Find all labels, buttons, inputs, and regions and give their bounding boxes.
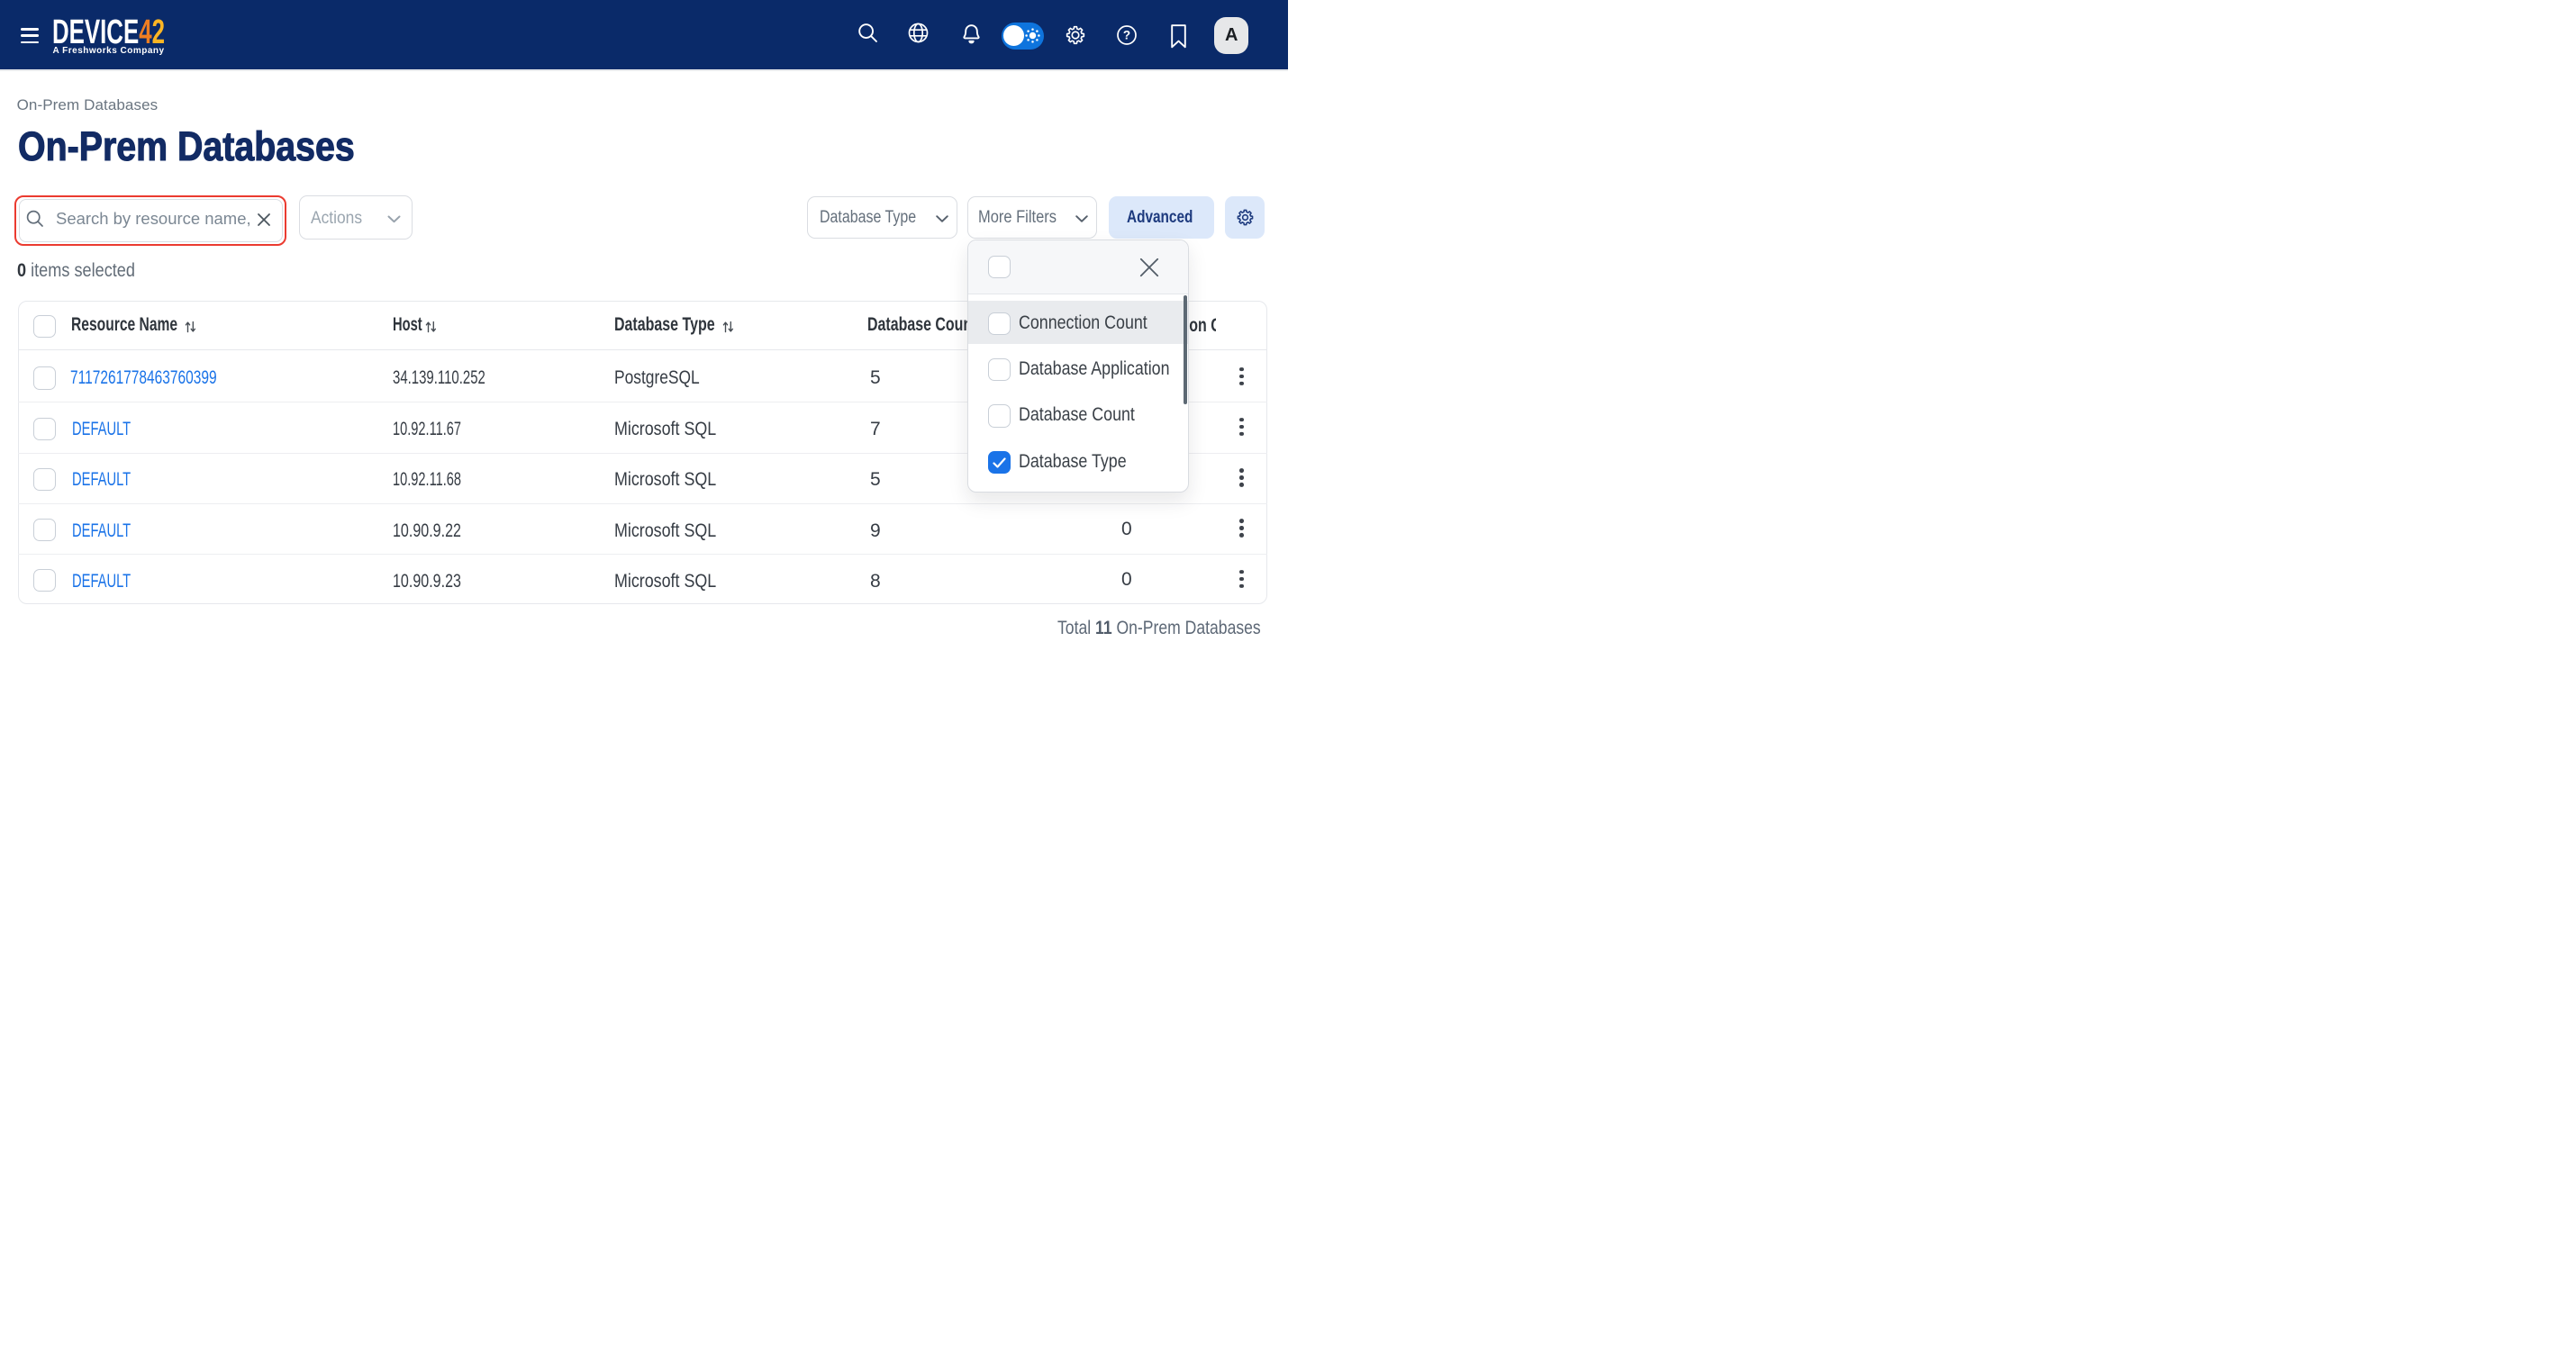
svg-text:?: ?: [1122, 28, 1129, 41]
